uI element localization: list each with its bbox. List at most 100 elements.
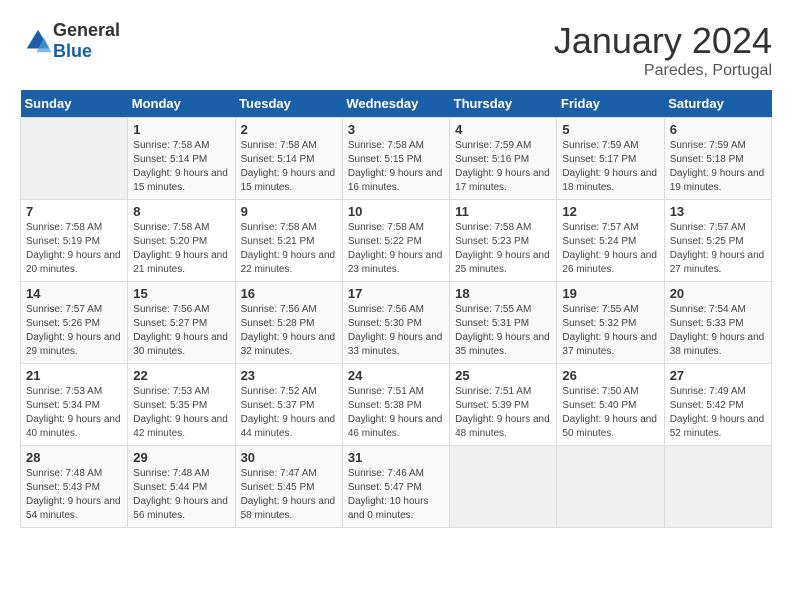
calendar-cell: 1 Sunrise: 7:58 AMSunset: 5:14 PMDaylight… [128, 118, 235, 200]
day-number: 23 [241, 368, 337, 383]
day-number: 3 [348, 122, 444, 137]
day-number: 28 [26, 450, 122, 465]
weekday-monday: Monday [128, 90, 235, 118]
calendar-cell: 26 Sunrise: 7:50 AMSunset: 5:40 PMDayligh… [557, 364, 664, 446]
weekday-header-row: SundayMondayTuesdayWednesdayThursdayFrid… [21, 90, 772, 118]
day-info: Sunrise: 7:55 AMSunset: 5:32 PMDaylight:… [562, 303, 658, 359]
day-info: Sunrise: 7:59 AMSunset: 5:17 PMDaylight:… [562, 139, 658, 195]
day-number: 17 [348, 286, 444, 301]
day-info: Sunrise: 7:50 AMSunset: 5:40 PMDaylight:… [562, 385, 658, 441]
calendar-cell: 8 Sunrise: 7:58 AMSunset: 5:20 PMDaylight… [128, 200, 235, 282]
weekday-wednesday: Wednesday [342, 90, 449, 118]
calendar-week-5: 28 Sunrise: 7:48 AMSunset: 5:43 PMDayligh… [21, 446, 772, 528]
day-number: 9 [241, 204, 337, 219]
day-info: Sunrise: 7:48 AMSunset: 5:43 PMDaylight:… [26, 467, 122, 523]
day-info: Sunrise: 7:55 AMSunset: 5:31 PMDaylight:… [455, 303, 551, 359]
calendar-cell: 15 Sunrise: 7:56 AMSunset: 5:27 PMDayligh… [128, 282, 235, 364]
weekday-tuesday: Tuesday [235, 90, 342, 118]
calendar-cell: 31 Sunrise: 7:46 AMSunset: 5:47 PMDayligh… [342, 446, 449, 528]
calendar-cell: 9 Sunrise: 7:58 AMSunset: 5:21 PMDaylight… [235, 200, 342, 282]
day-info: Sunrise: 7:58 AMSunset: 5:22 PMDaylight:… [348, 221, 444, 277]
calendar-cell: 4 Sunrise: 7:59 AMSunset: 5:16 PMDaylight… [450, 118, 557, 200]
calendar-cell: 12 Sunrise: 7:57 AMSunset: 5:24 PMDayligh… [557, 200, 664, 282]
day-info: Sunrise: 7:51 AMSunset: 5:39 PMDaylight:… [455, 385, 551, 441]
day-number: 11 [455, 204, 551, 219]
calendar-cell: 2 Sunrise: 7:58 AMSunset: 5:14 PMDaylight… [235, 118, 342, 200]
day-info: Sunrise: 7:56 AMSunset: 5:30 PMDaylight:… [348, 303, 444, 359]
day-info: Sunrise: 7:49 AMSunset: 5:42 PMDaylight:… [670, 385, 766, 441]
day-number: 21 [26, 368, 122, 383]
day-number: 26 [562, 368, 658, 383]
location-title: Paredes, Portugal [554, 62, 772, 80]
calendar-week-4: 21 Sunrise: 7:53 AMSunset: 5:34 PMDayligh… [21, 364, 772, 446]
weekday-sunday: Sunday [21, 90, 128, 118]
day-info: Sunrise: 7:56 AMSunset: 5:28 PMDaylight:… [241, 303, 337, 359]
day-info: Sunrise: 7:58 AMSunset: 5:20 PMDaylight:… [133, 221, 229, 277]
month-title: January 2024 [554, 20, 772, 62]
calendar-cell: 5 Sunrise: 7:59 AMSunset: 5:17 PMDaylight… [557, 118, 664, 200]
calendar-cell: 11Sunrise: 7:58 AMSunset: 5:23 PMDayligh… [450, 200, 557, 282]
weekday-saturday: Saturday [664, 90, 771, 118]
day-info: Sunrise: 7:58 AMSunset: 5:19 PMDaylight:… [26, 221, 122, 277]
day-info: Sunrise: 7:58 AMSunset: 5:15 PMDaylight:… [348, 139, 444, 195]
calendar-cell [664, 446, 771, 528]
day-info: Sunrise: 7:57 AMSunset: 5:24 PMDaylight:… [562, 221, 658, 277]
day-info: Sunrise: 7:54 AMSunset: 5:33 PMDaylight:… [670, 303, 766, 359]
logo: General Blue [20, 20, 120, 62]
calendar-cell: 17 Sunrise: 7:56 AMSunset: 5:30 PMDayligh… [342, 282, 449, 364]
calendar-week-3: 14 Sunrise: 7:57 AMSunset: 5:26 PMDayligh… [21, 282, 772, 364]
logo-icon [23, 26, 53, 56]
day-number: 4 [455, 122, 551, 137]
calendar-cell: 14 Sunrise: 7:57 AMSunset: 5:26 PMDayligh… [21, 282, 128, 364]
day-info: Sunrise: 7:58 AMSunset: 5:14 PMDaylight:… [241, 139, 337, 195]
day-number: 22 [133, 368, 229, 383]
day-number: 12 [562, 204, 658, 219]
day-number: 13 [670, 204, 766, 219]
logo-general-text: General [53, 20, 120, 40]
day-info: Sunrise: 7:59 AMSunset: 5:16 PMDaylight:… [455, 139, 551, 195]
logo-blue-text: Blue [53, 41, 92, 61]
weekday-thursday: Thursday [450, 90, 557, 118]
day-number: 15 [133, 286, 229, 301]
day-info: Sunrise: 7:47 AMSunset: 5:45 PMDaylight:… [241, 467, 337, 523]
calendar-cell: 13 Sunrise: 7:57 AMSunset: 5:25 PMDayligh… [664, 200, 771, 282]
calendar-cell [557, 446, 664, 528]
day-number: 14 [26, 286, 122, 301]
calendar-body: 1 Sunrise: 7:58 AMSunset: 5:14 PMDaylight… [21, 118, 772, 528]
calendar-cell: 27Sunrise: 7:49 AMSunset: 5:42 PMDayligh… [664, 364, 771, 446]
day-info: Sunrise: 7:57 AMSunset: 5:26 PMDaylight:… [26, 303, 122, 359]
calendar-table: SundayMondayTuesdayWednesdayThursdayFrid… [20, 90, 772, 528]
day-info: Sunrise: 7:58 AMSunset: 5:21 PMDaylight:… [241, 221, 337, 277]
day-number: 16 [241, 286, 337, 301]
day-number: 6 [670, 122, 766, 137]
day-info: Sunrise: 7:46 AMSunset: 5:47 PMDaylight:… [348, 467, 444, 523]
day-number: 20 [670, 286, 766, 301]
day-number: 8 [133, 204, 229, 219]
calendar-cell: 19Sunrise: 7:55 AMSunset: 5:32 PMDayligh… [557, 282, 664, 364]
day-number: 31 [348, 450, 444, 465]
calendar-cell: 6 Sunrise: 7:59 AMSunset: 5:18 PMDaylight… [664, 118, 771, 200]
day-number: 29 [133, 450, 229, 465]
day-number: 5 [562, 122, 658, 137]
day-number: 7 [26, 204, 122, 219]
day-info: Sunrise: 7:53 AMSunset: 5:35 PMDaylight:… [133, 385, 229, 441]
day-number: 1 [133, 122, 229, 137]
calendar-cell: 28 Sunrise: 7:48 AMSunset: 5:43 PMDayligh… [21, 446, 128, 528]
day-number: 24 [348, 368, 444, 383]
day-info: Sunrise: 7:57 AMSunset: 5:25 PMDaylight:… [670, 221, 766, 277]
day-info: Sunrise: 7:58 AMSunset: 5:14 PMDaylight:… [133, 139, 229, 195]
calendar-cell: 24Sunrise: 7:51 AMSunset: 5:38 PMDayligh… [342, 364, 449, 446]
calendar-cell: 7 Sunrise: 7:58 AMSunset: 5:19 PMDaylight… [21, 200, 128, 282]
day-info: Sunrise: 7:59 AMSunset: 5:18 PMDaylight:… [670, 139, 766, 195]
day-number: 2 [241, 122, 337, 137]
day-info: Sunrise: 7:56 AMSunset: 5:27 PMDaylight:… [133, 303, 229, 359]
calendar-cell [450, 446, 557, 528]
calendar-cell: 20 Sunrise: 7:54 AMSunset: 5:33 PMDayligh… [664, 282, 771, 364]
calendar-cell: 23Sunrise: 7:52 AMSunset: 5:37 PMDayligh… [235, 364, 342, 446]
calendar-cell: 30Sunrise: 7:47 AMSunset: 5:45 PMDayligh… [235, 446, 342, 528]
day-info: Sunrise: 7:53 AMSunset: 5:34 PMDaylight:… [26, 385, 122, 441]
day-number: 25 [455, 368, 551, 383]
calendar-cell: 16 Sunrise: 7:56 AMSunset: 5:28 PMDayligh… [235, 282, 342, 364]
calendar-cell: 22 Sunrise: 7:53 AMSunset: 5:35 PMDayligh… [128, 364, 235, 446]
weekday-friday: Friday [557, 90, 664, 118]
